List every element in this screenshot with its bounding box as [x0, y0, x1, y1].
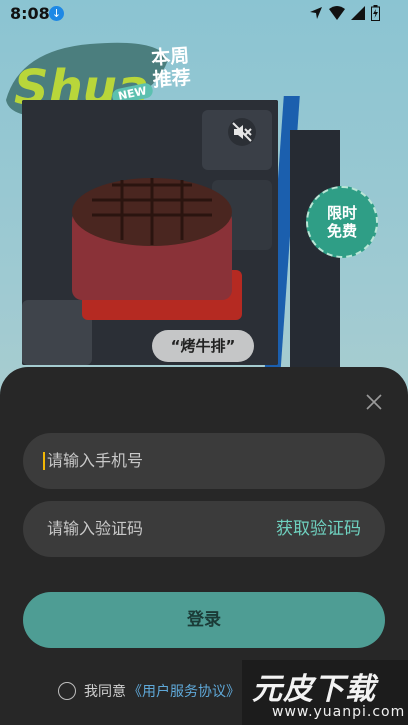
user-agreement-link[interactable]: 《用户服务协议》: [128, 681, 240, 701]
agree-checkbox[interactable]: [58, 682, 76, 700]
watermark: 元皮下载 www.yuanpi.com: [242, 660, 408, 725]
agreement-row: 我同意 《用户服务协议》: [58, 681, 240, 701]
text-cursor: [43, 452, 45, 470]
food-name-tag: “烤牛排”: [152, 330, 254, 362]
battery-icon: [371, 5, 380, 21]
get-code-button[interactable]: 获取验证码: [276, 501, 361, 557]
limited-free-badge: 限时 免费: [306, 186, 378, 258]
phone-placeholder: 请输入手机号: [47, 451, 144, 470]
weekly-recommend-label: 本周 推荐: [150, 44, 192, 92]
wifi-icon: [329, 6, 345, 20]
agree-text: 我同意: [84, 684, 126, 700]
mute-icon[interactable]: [228, 118, 256, 146]
phone-input[interactable]: 请输入手机号: [23, 433, 385, 489]
location-icon: [310, 7, 322, 19]
signal-icon: [351, 6, 365, 20]
status-time: 8:08: [10, 4, 50, 23]
close-icon[interactable]: [364, 392, 384, 412]
download-notification-icon: ↓: [49, 6, 64, 21]
login-button[interactable]: 登录: [23, 592, 385, 648]
code-placeholder: 请输入验证码: [47, 519, 144, 538]
status-bar: 8:08 ↓: [0, 0, 408, 28]
status-icons: [309, 5, 380, 21]
watermark-url: www.yuanpi.com: [272, 704, 406, 720]
verification-code-input[interactable]: 请输入验证码 获取验证码: [23, 501, 385, 557]
watermark-title: 元皮下载: [252, 672, 376, 707]
